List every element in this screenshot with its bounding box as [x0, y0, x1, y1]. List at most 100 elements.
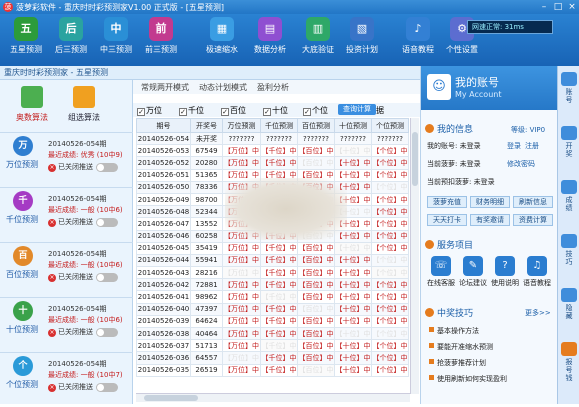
table-row[interactable]: 20140526-042 72881 【万位】中 【千位】中 【百位】中 【十位】中 【个位… — [136, 278, 409, 292]
minimize-button[interactable]: – — [537, 1, 551, 13]
push-toggle[interactable] — [96, 273, 118, 282]
column-header[interactable]: 开奖号 — [190, 118, 223, 133]
toolbar-label: 前三预测 — [145, 45, 177, 54]
table-row[interactable]: 20140526-044 55941 【万位】中 【千位】中 【百位】中 【十位】中 【个位… — [136, 253, 409, 268]
check-qian[interactable]: ✓ 千位 — [179, 105, 204, 116]
table-row[interactable]: 20140526-053 67549 【万位】中 【千位】中 【百位】中 【十位】中 【个位… — [136, 144, 409, 158]
group-algorithm-button[interactable]: 组选算法 — [62, 86, 106, 123]
toolbar-analysis-button[interactable]: ▤ 数据分析 — [248, 17, 292, 65]
table-cell: 【十位】中 — [334, 314, 372, 329]
maximize-button[interactable]: □ — [551, 1, 565, 13]
toolbar-plan-button[interactable]: ▧ 投资计划 — [340, 17, 384, 65]
tip-link[interactable]: 抢菠萝推荐计划 — [429, 358, 486, 368]
table-cell: 20140526-054 — [136, 131, 191, 146]
table-row[interactable]: 20140526-045 35419 【万位】中 【千位】中 【百位】中 【十位】中 【个位… — [136, 241, 409, 255]
table-cell: 【千位】中 — [260, 253, 298, 268]
toolbar-shrink-button[interactable]: ▦ 极速缩水 — [200, 17, 244, 65]
recharge-button[interactable]: 菠萝充值 — [427, 196, 467, 208]
finance-detail-button[interactable]: 财务明细 — [470, 196, 510, 208]
checkbox-icon: ✓ — [221, 108, 229, 116]
table-row[interactable]: 20140526-035 26519 【万位】中 【千位】中 【百位】中 【十位】中 【个位… — [136, 363, 409, 377]
table-cell: 20140526-047 — [136, 217, 191, 231]
daily-checkin-button[interactable]: 天天打卡 — [427, 214, 467, 226]
push-toggle[interactable] — [96, 328, 118, 337]
section-wan[interactable]: 万 万位预测 20140526-054期 最近成绩: 优秀 (10中9) × 已关… — [0, 132, 133, 187]
toolbar-voice-button[interactable]: ♪ 语音教程 — [396, 17, 440, 65]
scroll-thumb[interactable] — [144, 395, 198, 401]
table-row[interactable]: 20140526-038 40464 【万位】中 【千位】中 【百位】中 【十位】中 【个位… — [136, 326, 409, 341]
voice-tutorial-button[interactable]: ♫ 语音教程 — [522, 256, 552, 288]
check-bai[interactable]: ✓ 百位 — [221, 105, 246, 116]
column-header[interactable]: 千位预测 — [260, 118, 298, 133]
section-qian[interactable]: 千 千位预测 20140526-054期 最近成绩: 一般 (10中6) × 已关… — [0, 187, 133, 242]
vertical-scrollbar[interactable] — [410, 118, 419, 394]
tip-link[interactable]: 使用刷新如何实现盈利 — [429, 374, 507, 384]
scroll-thumb[interactable] — [412, 132, 418, 186]
table-row[interactable]: 20140526-037 51713 【万位】中 【千位】中 【百位】中 【十位】中 【个位… — [136, 339, 409, 353]
table-row[interactable]: 20140526-039 64624 【万位】中 【千位】中 【百位】中 【十位】中 【个位… — [136, 314, 409, 329]
section-shi[interactable]: 十 十位预测 20140526-054期 最近成绩: 一般 (10中6) × 已关… — [0, 297, 133, 352]
toolbar-label: 后三预测 — [55, 45, 87, 54]
tab-dynamic-plan[interactable]: 动态计划模式 — [199, 82, 247, 93]
help-button[interactable]: ? 使用说明 — [490, 256, 520, 288]
toolbar-verify-button[interactable]: ▥ 大底验证 — [296, 17, 340, 65]
refresh-info-button[interactable]: 刷新信息 — [513, 196, 553, 208]
register-link[interactable]: 注册 — [525, 141, 539, 151]
toolbar-middle-three-button[interactable]: 中中三预测 — [94, 17, 138, 65]
check-wan[interactable]: ✓ 万位 — [137, 105, 162, 116]
table-row[interactable]: 20140526-036 64557 【万位】中 【千位】中 【百位】中 【十位】中 【个位… — [136, 351, 409, 365]
push-toggle[interactable] — [96, 218, 118, 227]
table-cell: 13552 — [190, 217, 223, 231]
online-support-button[interactable]: ☏ 在线客服 — [426, 256, 456, 288]
checkbox-icon: ✓ — [179, 108, 187, 116]
tip-link[interactable]: 基本操作方法 — [429, 326, 479, 336]
table-cell: 【万位】中 — [222, 351, 261, 365]
table-row[interactable]: 20140526-052 20280 【万位】中 【千位】中 【百位】中 【十位】中 【个位… — [136, 156, 409, 170]
table-cell: 20140526-046 — [136, 229, 191, 243]
push-toggle[interactable] — [96, 383, 118, 392]
column-header[interactable]: 期号 — [136, 118, 191, 133]
section-bai[interactable]: 百 百位预测 20140526-054期 最近成绩: 一般 (10中6) × 已关… — [0, 242, 133, 297]
five-star-icon: 五 — [14, 17, 38, 41]
check-shi[interactable]: ✓ 十位 — [263, 105, 288, 116]
column-header[interactable]: 个位预测 — [371, 118, 409, 133]
login-link[interactable]: 登录 — [507, 141, 521, 151]
sidebar-score[interactable]: 成绩 — [560, 178, 578, 228]
tip-link[interactable]: 要能开准缩水预测 — [429, 342, 493, 352]
invite-button[interactable]: 有奖邀请 — [470, 214, 510, 226]
sidebar-account[interactable]: 账号 — [560, 70, 578, 120]
table-row[interactable]: 20140526-040 47397 【万位】中 【千位】中 【百位】中 【十位】中 【个位… — [136, 302, 409, 316]
table-cell: 【万位】中 — [222, 290, 261, 304]
toolbar-front-three-button[interactable]: 前前三预测 — [139, 17, 183, 65]
wan-icon: 万 — [13, 136, 33, 156]
sidebar-number[interactable]: 报号钱 — [560, 340, 578, 390]
column-header[interactable]: 十位预测 — [334, 118, 372, 133]
section-ge[interactable]: 个 个位预测 20140526-054期 最近成绩: 一般 (10中7) × 已关… — [0, 352, 133, 407]
tab-regular-mode[interactable]: 常规两开模式 — [141, 82, 189, 93]
math-algorithm-button[interactable]: 奥数算法 — [10, 86, 54, 123]
query-button[interactable]: 查询计算 — [338, 104, 376, 115]
push-toggle[interactable] — [96, 163, 118, 172]
check-ge[interactable]: ✓ 个位 — [303, 105, 328, 116]
column-header[interactable]: 百位预测 — [297, 118, 335, 133]
presale-status: 当前预扣菠萝: 未登录 — [427, 178, 495, 186]
table-cell: 【万位】中 — [222, 339, 261, 353]
fee-calc-button[interactable]: 资费计算 — [513, 214, 553, 226]
sidebar-tips[interactable]: 技巧 — [560, 232, 578, 282]
toolbar-five-star-button[interactable]: 五五星预测 — [4, 17, 48, 65]
column-header[interactable]: 万位预测 — [222, 118, 261, 133]
close-button[interactable]: × — [565, 1, 579, 13]
table-row[interactable]: 20140526-041 98962 【万位】中 【千位】中 【百位】中 【十位】中 【个位… — [136, 290, 409, 304]
change-password-link[interactable]: 修改密码 — [507, 159, 535, 169]
horizontal-scrollbar[interactable] — [136, 393, 410, 402]
forum-button[interactable]: ✎ 论坛建议 — [458, 256, 488, 288]
tab-profit-analysis[interactable]: 盈利分析 — [257, 82, 289, 93]
toolbar-back-three-button[interactable]: 后后三预测 — [49, 17, 93, 65]
sidebar-lottery[interactable]: 开奖 — [560, 124, 578, 174]
table-cell: 【十位】中 — [334, 351, 372, 365]
table-cell: ??????? — [260, 131, 298, 146]
table-row[interactable]: 20140526-043 28216 【万位】中 【千位】中 【百位】中 【十位】中 【个位… — [136, 266, 409, 280]
more-tips-link[interactable]: 更多>> — [525, 308, 551, 318]
sidebar-hide[interactable]: 隐藏 — [560, 286, 578, 336]
table-row[interactable]: 20140526-054 未开奖?????????????????????????… — [136, 131, 409, 146]
